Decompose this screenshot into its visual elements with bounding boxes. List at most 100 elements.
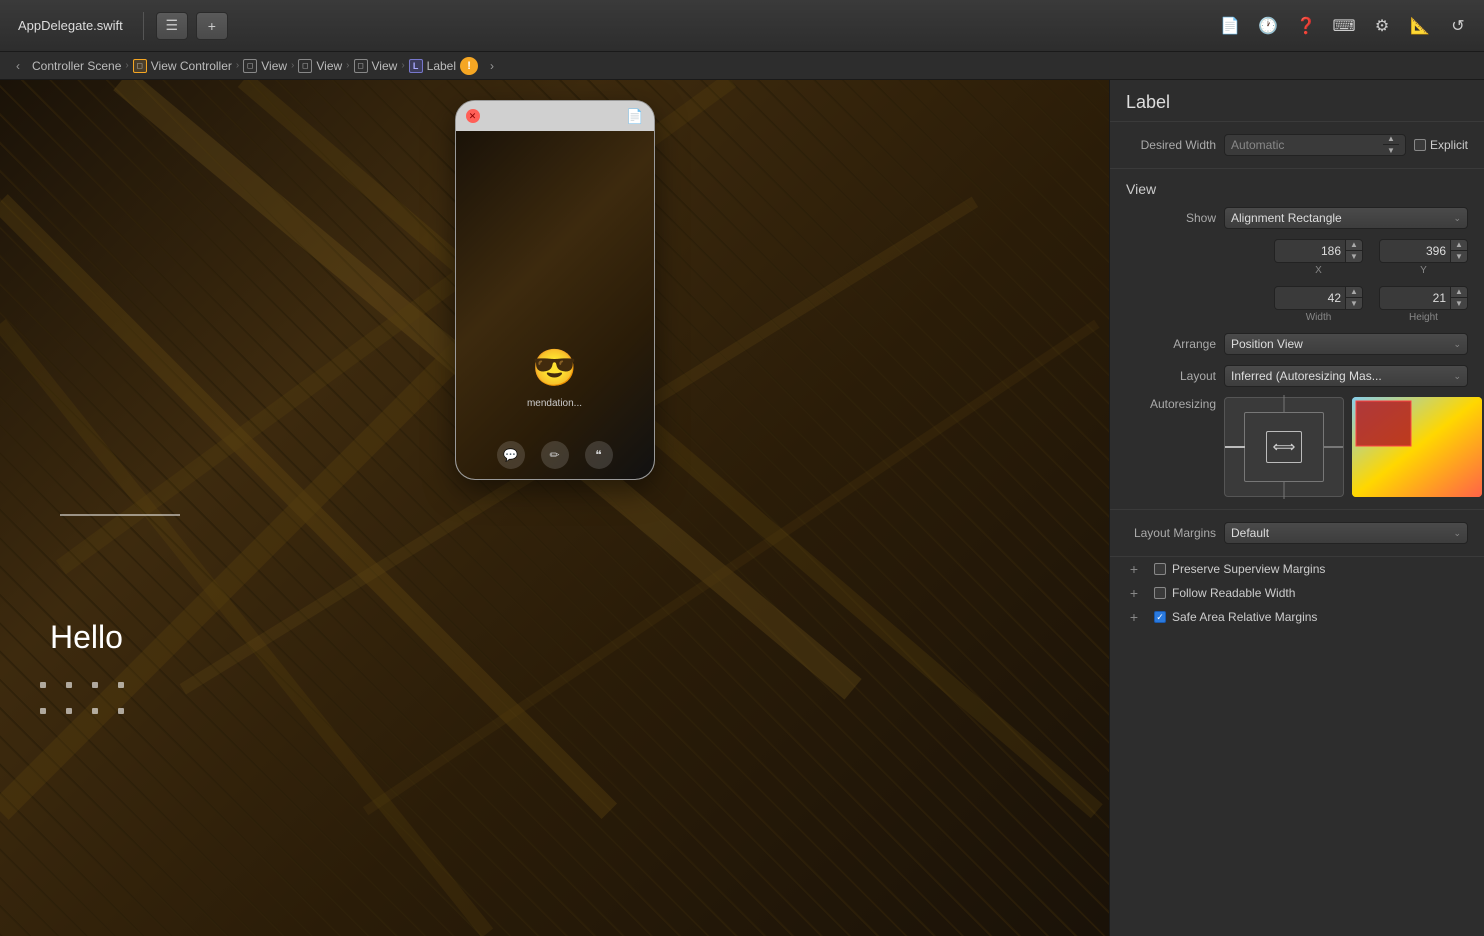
canvas-area[interactable]: Hello ✕ 📄 😎 mendation... 💬 ✏: [0, 80, 1109, 936]
view3-label: View: [372, 59, 398, 73]
refresh-icon: ↺: [1451, 16, 1464, 36]
dot-2: [66, 682, 72, 688]
arrow-5: ›: [401, 60, 404, 71]
toolbar: AppDelegate.swift ☰ + 📄 🕐 ❓ ⌨ ⚙ 📐 ↺: [0, 0, 1484, 52]
help-icon-btn[interactable]: ❓: [1290, 12, 1322, 40]
width-up-btn[interactable]: ▲: [1346, 287, 1362, 298]
dot-7: [92, 708, 98, 714]
phone-text: mendation...: [527, 398, 582, 409]
show-dropdown[interactable]: Alignment Rectangle ⌄: [1224, 207, 1468, 229]
toolbar-plus-btn[interactable]: +: [196, 12, 228, 40]
clock-icon: 🕐: [1258, 16, 1278, 36]
y-input-group: ▲ ▼ Y: [1379, 239, 1468, 276]
x-label: X: [1315, 265, 1322, 276]
layout-margins-value: Default: [1231, 526, 1269, 540]
phone-emoji: 😎: [532, 347, 577, 389]
height-stepper: ▲ ▼: [1450, 287, 1467, 309]
refresh-icon-btn[interactable]: ↺: [1442, 12, 1474, 40]
height-input[interactable]: [1380, 287, 1450, 309]
document-icon-btn[interactable]: 📄: [1214, 12, 1246, 40]
breadcrumb-warning-badge[interactable]: !: [460, 57, 478, 75]
follow-readable-row: + Follow Readable Width: [1110, 581, 1484, 605]
preserve-plus-icon[interactable]: +: [1126, 561, 1142, 577]
breadcrumb-forward-btn[interactable]: ›: [482, 57, 502, 75]
breadcrumb-item-view3[interactable]: ◻ View: [354, 59, 398, 73]
layout-dropdown[interactable]: Inferred (Autoresizing Mas... ⌄: [1224, 365, 1468, 387]
width-input[interactable]: [1275, 287, 1345, 309]
ruler-icon: 📐: [1410, 16, 1430, 36]
dot-8: [118, 708, 124, 714]
xy-row: ▲ ▼ X ▲ ▼ Y: [1126, 239, 1468, 276]
desired-width-stepper[interactable]: ▲ ▼: [1383, 134, 1399, 156]
h-line-element: [60, 514, 180, 516]
layout-margins-row: Layout Margins Default ⌄: [1126, 522, 1468, 544]
phone-tool-2[interactable]: ✏: [541, 441, 569, 469]
phone-tool-3[interactable]: ❝: [585, 441, 613, 469]
view2-label: View: [316, 59, 342, 73]
layout-margins-dropdown[interactable]: Default ⌄: [1224, 522, 1468, 544]
x-down-btn[interactable]: ▼: [1346, 251, 1362, 262]
wh-row: ▲ ▼ Width ▲ ▼ Height: [1126, 286, 1468, 323]
arrange-row: Arrange Position View ⌄: [1126, 333, 1468, 355]
explicit-checkbox[interactable]: [1414, 139, 1426, 151]
settings-icon-btn[interactable]: ⚙: [1366, 12, 1398, 40]
gear-icon: ⚙: [1375, 16, 1389, 36]
explicit-checkbox-row[interactable]: Explicit: [1414, 138, 1468, 152]
spring-arrows: ⟺: [1273, 437, 1296, 457]
hamburger-icon: ☰: [166, 17, 179, 34]
ruler-icon-btn[interactable]: 📐: [1404, 12, 1436, 40]
phone-close-btn[interactable]: ✕: [466, 109, 480, 123]
breadcrumb-item-label[interactable]: L Label: [409, 59, 456, 73]
toolbar-hamburger-btn[interactable]: ☰: [156, 12, 188, 40]
x-up-btn[interactable]: ▲: [1346, 240, 1362, 251]
keyboard-icon-btn[interactable]: ⌨: [1328, 12, 1360, 40]
y-input-wrapper: ▲ ▼: [1379, 239, 1468, 263]
y-down-btn[interactable]: ▼: [1451, 251, 1467, 262]
width-input-group: ▲ ▼ Width: [1274, 286, 1363, 323]
preserve-checkbox[interactable]: [1154, 563, 1166, 575]
breadcrumb-back-btn[interactable]: ‹: [8, 57, 28, 75]
arrange-dropdown[interactable]: Position View ⌄: [1224, 333, 1468, 355]
spring-inner: ⟺: [1266, 431, 1302, 463]
view2-icon: ◻: [298, 59, 312, 73]
height-up-btn[interactable]: ▲: [1451, 287, 1467, 298]
help-icon: ❓: [1296, 16, 1316, 36]
breadcrumb-item-view-controller[interactable]: ◻ View Controller: [133, 59, 232, 73]
toolbar-left: AppDelegate.swift ☰ +: [10, 12, 1208, 40]
hello-label: Hello: [50, 619, 123, 656]
follow-plus-icon[interactable]: +: [1126, 585, 1142, 601]
breadcrumb-item-view1[interactable]: ◻ View: [243, 59, 287, 73]
toolbar-right: 📄 🕐 ❓ ⌨ ⚙ 📐 ↺: [1214, 12, 1474, 40]
height-down-btn[interactable]: ▼: [1451, 298, 1467, 309]
spring-right: [1323, 446, 1343, 448]
panel-title: Label: [1110, 80, 1484, 122]
view-section: View Show Alignment Rectangle ⌄ ▲ ▼: [1110, 169, 1484, 510]
y-up-btn[interactable]: ▲: [1451, 240, 1467, 251]
desired-width-up-btn[interactable]: ▲: [1383, 134, 1399, 145]
follow-checkbox[interactable]: [1154, 587, 1166, 599]
view-controller-icon: ◻: [133, 59, 147, 73]
desired-width-row: Desired Width Automatic ▲ ▼ Explicit: [1126, 134, 1468, 156]
explicit-label: Explicit: [1430, 138, 1468, 152]
desired-width-input[interactable]: Automatic ▲ ▼: [1224, 134, 1406, 156]
x-input[interactable]: [1275, 240, 1345, 262]
phone-tool-1[interactable]: 💬: [497, 441, 525, 469]
document-icon: 📄: [1220, 16, 1240, 36]
desired-width-placeholder: Automatic: [1231, 138, 1284, 152]
y-input[interactable]: [1380, 240, 1450, 262]
spring-bottom: [1284, 481, 1285, 499]
breadcrumb-item-controller-scene[interactable]: Controller Scene: [32, 59, 121, 73]
history-icon-btn[interactable]: 🕐: [1252, 12, 1284, 40]
preserve-label: Preserve Superview Margins: [1172, 562, 1325, 576]
desired-width-down-btn[interactable]: ▼: [1383, 145, 1399, 156]
phone-content: 😎 mendation... 💬 ✏ ❝: [456, 131, 654, 479]
autoresizing-container: ⟺: [1224, 397, 1482, 497]
safe-area-checkbox[interactable]: ✓: [1154, 611, 1166, 623]
width-down-btn[interactable]: ▼: [1346, 298, 1362, 309]
safe-area-plus-icon[interactable]: +: [1126, 609, 1142, 625]
autoresizing-diagram[interactable]: ⟺: [1224, 397, 1344, 497]
breadcrumb: ‹ Controller Scene › ◻ View Controller ›…: [0, 52, 1484, 80]
safe-area-label: Safe Area Relative Margins: [1172, 610, 1317, 624]
breadcrumb-item-view2[interactable]: ◻ View: [298, 59, 342, 73]
view3-icon: ◻: [354, 59, 368, 73]
